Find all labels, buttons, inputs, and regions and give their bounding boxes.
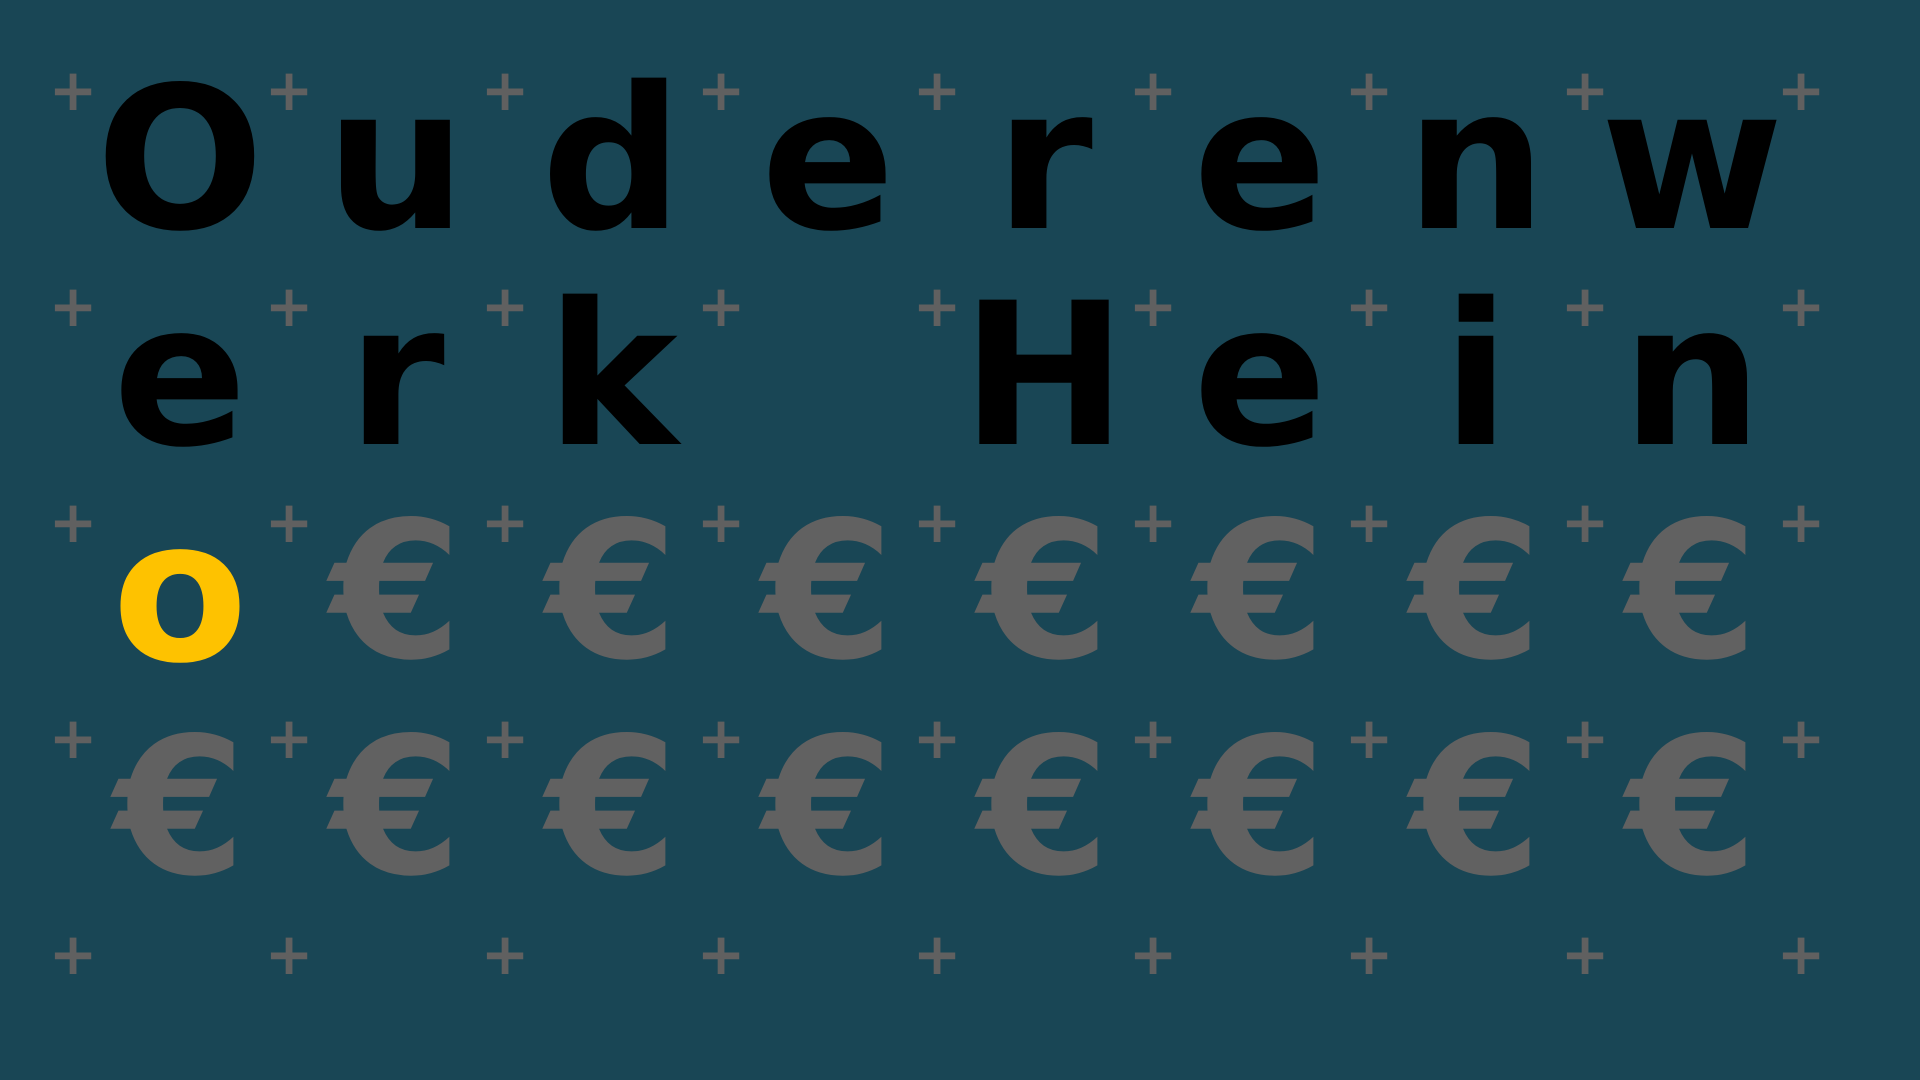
euro-filler: € [761,697,895,918]
letter-grid: Ou d e r e n w e r k He i n o € € € € € € € € € € € € € € € [0,0,1920,1080]
grid-blank [720,268,936,484]
grid-letter: w [1600,44,1784,275]
grid-letter: d [541,44,683,275]
euro-filler: € [761,481,895,702]
grid-letter: r [347,260,445,491]
grid-letter: e [1192,44,1328,275]
euro-filler: € [329,697,463,918]
grid-letter: k [546,260,678,491]
euro-filler: € [545,481,679,702]
euro-filler: € [1409,697,1543,918]
grid-letter: O [95,44,265,275]
euro-filler: € [1409,481,1543,702]
grid-letter: r [995,44,1093,275]
euro-filler: € [1193,697,1327,918]
euro-filler: € [1625,697,1759,918]
puzzle-screen: { "grid": { "rows": [ ["O", "u", "d", "e… [0,0,1920,1080]
euro-filler: € [977,481,1111,702]
euro-filler: € [329,481,463,702]
grid-letter: H [961,260,1127,491]
grid-letter: n [1621,260,1763,491]
grid-letter: e [1192,260,1328,491]
grid-letter: e [760,44,896,275]
euro-filler: € [545,697,679,918]
euro-filler: € [113,697,247,918]
grid-letter: e [112,260,248,491]
euro-filler: € [977,697,1111,918]
grid-letter: n [1405,44,1547,275]
grid-letter: u [325,44,467,275]
euro-filler: € [1193,481,1327,702]
highlighted-letter: o [111,476,249,707]
grid-letter: i [1442,260,1510,491]
euro-filler: € [1625,481,1759,702]
